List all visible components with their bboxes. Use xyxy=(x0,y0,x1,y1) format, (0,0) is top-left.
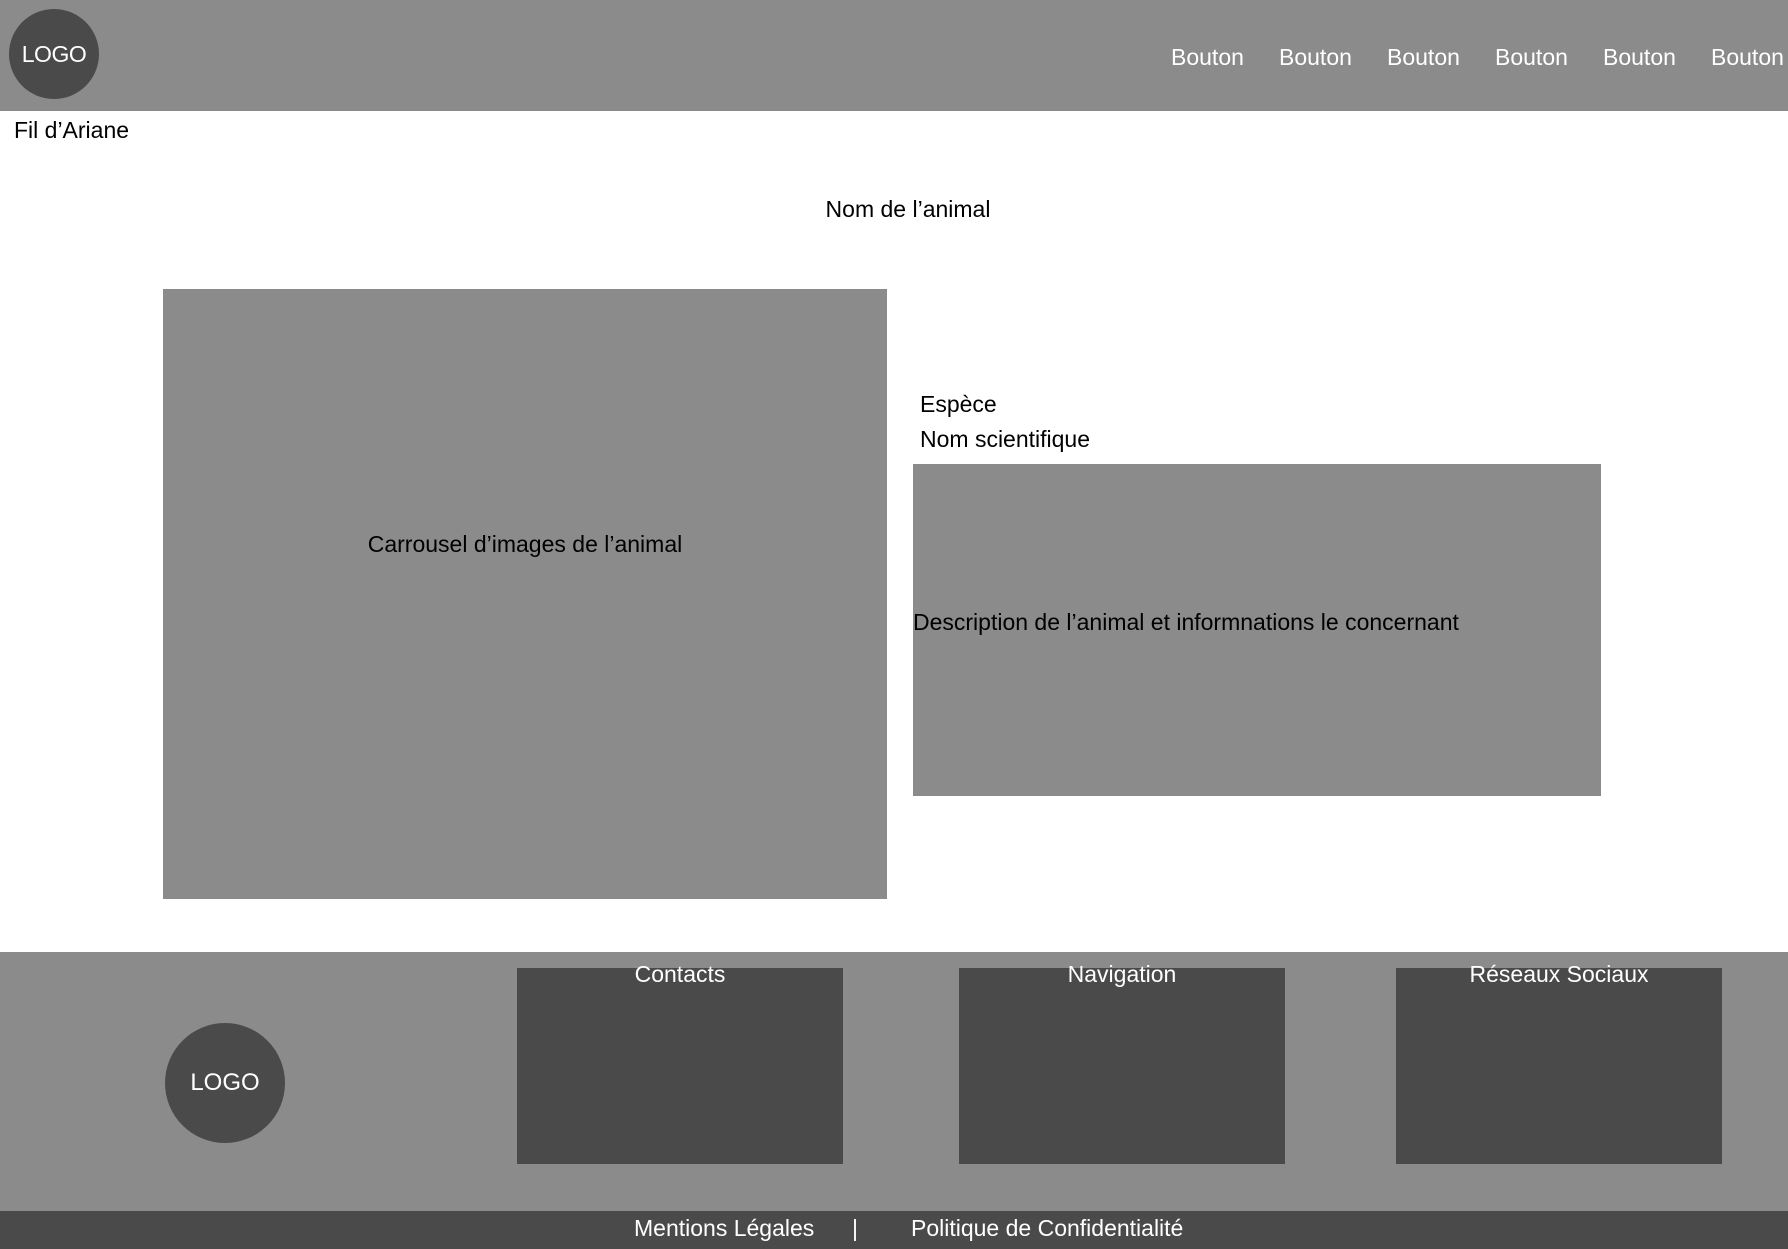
footer-social-title: Réseaux Sociaux xyxy=(1469,961,1649,987)
legal-notice-link[interactable]: Mentions Légales xyxy=(634,1213,814,1243)
footer-contacts-box: Contacts xyxy=(517,961,843,1164)
scientific-name-label: Nom scientifique xyxy=(920,426,1091,452)
description-text: Description de l’animal et informnations… xyxy=(913,609,1459,635)
nav-button-4[interactable]: Bouton xyxy=(1495,42,1568,72)
page-title: Nom de l’animal xyxy=(825,196,991,222)
nav-button-3[interactable]: Bouton xyxy=(1387,42,1460,72)
legal-bar: Mentions Légales | Politique de Confiden… xyxy=(0,1211,1788,1249)
nav-button-2[interactable]: Bouton xyxy=(1279,42,1352,72)
species-label: Espèce xyxy=(920,391,997,417)
breadcrumb[interactable]: Fil d’Ariane xyxy=(14,116,129,144)
carousel-label: Carrousel d’images de l’animal xyxy=(367,530,683,557)
footer-logo-label: LOGO xyxy=(190,1069,260,1096)
footer-navigation-title: Navigation xyxy=(1067,961,1177,987)
image-carousel[interactable]: Carrousel d’images de l’animal xyxy=(163,289,887,899)
footer-social-box: Réseaux Sociaux xyxy=(1396,961,1722,1164)
nav-button-5[interactable]: Bouton xyxy=(1603,42,1676,72)
legal-separator: | xyxy=(852,1215,858,1241)
footer-contacts-title: Contacts xyxy=(634,961,726,987)
footer-logo[interactable]: LOGO xyxy=(165,1023,285,1143)
privacy-policy-link[interactable]: Politique de Confidentialité xyxy=(911,1213,1183,1243)
nav-button-1[interactable]: Bouton xyxy=(1171,42,1244,72)
header-bar: LOGO Bouton Bouton Bouton Bouton Bouton … xyxy=(0,0,1788,111)
header-logo-label: LOGO xyxy=(21,40,87,67)
nav-button-6[interactable]: Bouton xyxy=(1711,42,1784,72)
footer-navigation-box: Navigation xyxy=(959,961,1285,1164)
header-logo[interactable]: LOGO xyxy=(9,9,99,99)
